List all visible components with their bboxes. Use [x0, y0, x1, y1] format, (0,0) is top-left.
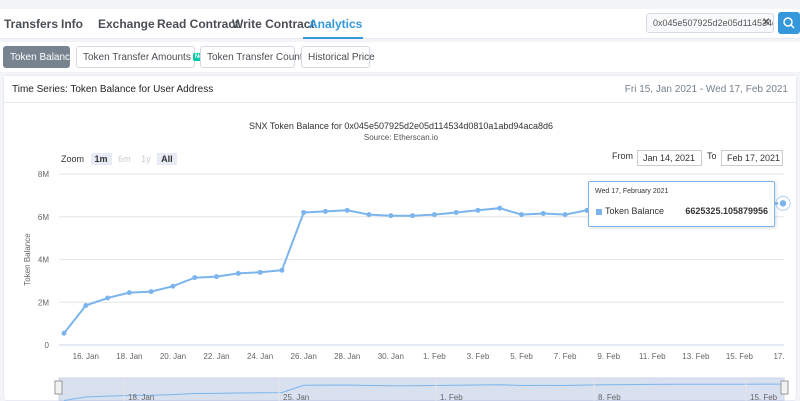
data-point — [410, 213, 416, 219]
subtab-label: Token Transfer Amounts — [83, 52, 191, 63]
y-tick-label: 4M — [38, 256, 49, 265]
search-button[interactable] — [778, 12, 800, 34]
x-tick-label: 17. — [773, 352, 784, 361]
x-tick-label: 16. Jan — [73, 352, 99, 361]
data-point — [214, 274, 220, 280]
data-point — [301, 209, 307, 215]
data-point — [562, 212, 568, 218]
data-point — [61, 330, 67, 336]
y-tick-label: 6M — [38, 213, 49, 222]
subtab-label: Historical Price — [308, 52, 375, 63]
data-point — [431, 212, 437, 218]
token-balance-chart[interactable]: 0 2M 4M 6M 8M Token Balance 16. Jan 18. Jan 20. … — [4, 76, 798, 401]
top-nav: Transfers Info Exchange Read Contract Wr… — [0, 9, 800, 39]
subtab-label: Token Transfer Counts — [207, 52, 308, 63]
x-tick-label: 30. Jan — [378, 352, 404, 361]
x-tick-label: 1. Feb — [423, 352, 446, 361]
x-tick-label: 7. Feb — [554, 352, 577, 361]
tooltip-series-marker — [596, 209, 602, 215]
data-point — [126, 290, 132, 296]
x-tick-label: 13. Feb — [682, 352, 710, 361]
x-tick-label: 22. Jan — [203, 352, 229, 361]
navigator-handle-left — [54, 380, 63, 395]
x-tick-label: 5. Feb — [510, 352, 533, 361]
data-point — [344, 207, 350, 213]
y-tick-label: 0 — [45, 341, 50, 350]
data-point — [279, 267, 285, 273]
tooltip-date: Wed 17, February 2021 — [595, 188, 669, 195]
chart-tooltip: Wed 17, February 2021 Token Balance 6625… — [588, 181, 775, 227]
data-point — [778, 198, 788, 209]
navigator-label: 15. Feb — [750, 393, 778, 401]
y-tick-label: 8M — [38, 170, 49, 179]
navigator-handle-right — [780, 380, 789, 395]
y-axis-label: Token Balance — [23, 233, 32, 286]
data-point — [540, 211, 546, 217]
subtab-token-transfer-amounts[interactable]: Token Transfer AmountsNew — [76, 46, 210, 68]
data-point — [257, 269, 263, 275]
x-tick-label: 18. Jan — [116, 352, 142, 361]
x-tick-label: 20. Jan — [160, 352, 186, 361]
y-tick-label: 2M — [38, 298, 49, 307]
navigator-label: 1. Feb — [440, 393, 463, 401]
data-point — [388, 213, 394, 219]
tab-write-contract[interactable]: Write Contract — [232, 17, 314, 31]
subtab-historical-price[interactable]: Historical Price — [301, 46, 375, 68]
active-tab-underline — [303, 37, 363, 39]
data-point — [497, 205, 503, 211]
x-tick-label: 9. Feb — [597, 352, 620, 361]
data-point — [192, 275, 198, 281]
data-point — [519, 212, 525, 218]
navigator-label: 18. Jan — [128, 393, 154, 401]
tab-transfers[interactable]: Transfers — [4, 17, 58, 31]
data-point — [366, 212, 372, 218]
x-tick-label: 3. Feb — [467, 352, 490, 361]
clear-icon[interactable]: ✕ — [762, 17, 770, 28]
data-point — [105, 295, 111, 301]
x-tick-label: 28. Jan — [334, 352, 360, 361]
tab-info[interactable]: Info — [61, 17, 83, 31]
tab-analytics[interactable]: Analytics — [309, 17, 362, 31]
search-icon — [783, 17, 795, 29]
subtab-token-transfer-counts[interactable]: Token Transfer Counts — [200, 46, 308, 68]
tooltip-series-name: Token Balance — [605, 206, 665, 216]
x-tick-label: 15. Feb — [726, 352, 754, 361]
tab-exchange[interactable]: Exchange — [98, 17, 155, 31]
x-tick-label: 24. Jan — [247, 352, 273, 361]
subtab-label: Token Balance — [10, 52, 76, 63]
x-tick-label: 26. Jan — [291, 352, 317, 361]
data-point — [235, 270, 241, 276]
data-point — [453, 209, 459, 215]
navigator-mask — [58, 377, 785, 401]
navigator-label: 25. Jan — [283, 393, 309, 401]
navigator-label: 8. Feb — [598, 393, 621, 401]
data-point — [170, 283, 176, 289]
search-input[interactable]: 0x045e507925d2e05d114534d0810a1abd94aca8… — [646, 13, 774, 33]
x-tick-label: 11. Feb — [639, 352, 666, 361]
data-point — [83, 302, 89, 308]
tab-read-contract[interactable]: Read Contract — [157, 17, 239, 31]
chart-card: Time Series: Token Balance for User Addr… — [3, 75, 797, 401]
data-point — [475, 207, 481, 213]
data-point — [148, 289, 154, 295]
data-point — [322, 208, 328, 214]
tooltip-value: 6625325.105879956 — [685, 206, 768, 216]
analytics-subtabs: Token Balance Token Transfer AmountsNew … — [0, 42, 800, 72]
subtab-token-balance[interactable]: Token Balance — [3, 46, 76, 68]
